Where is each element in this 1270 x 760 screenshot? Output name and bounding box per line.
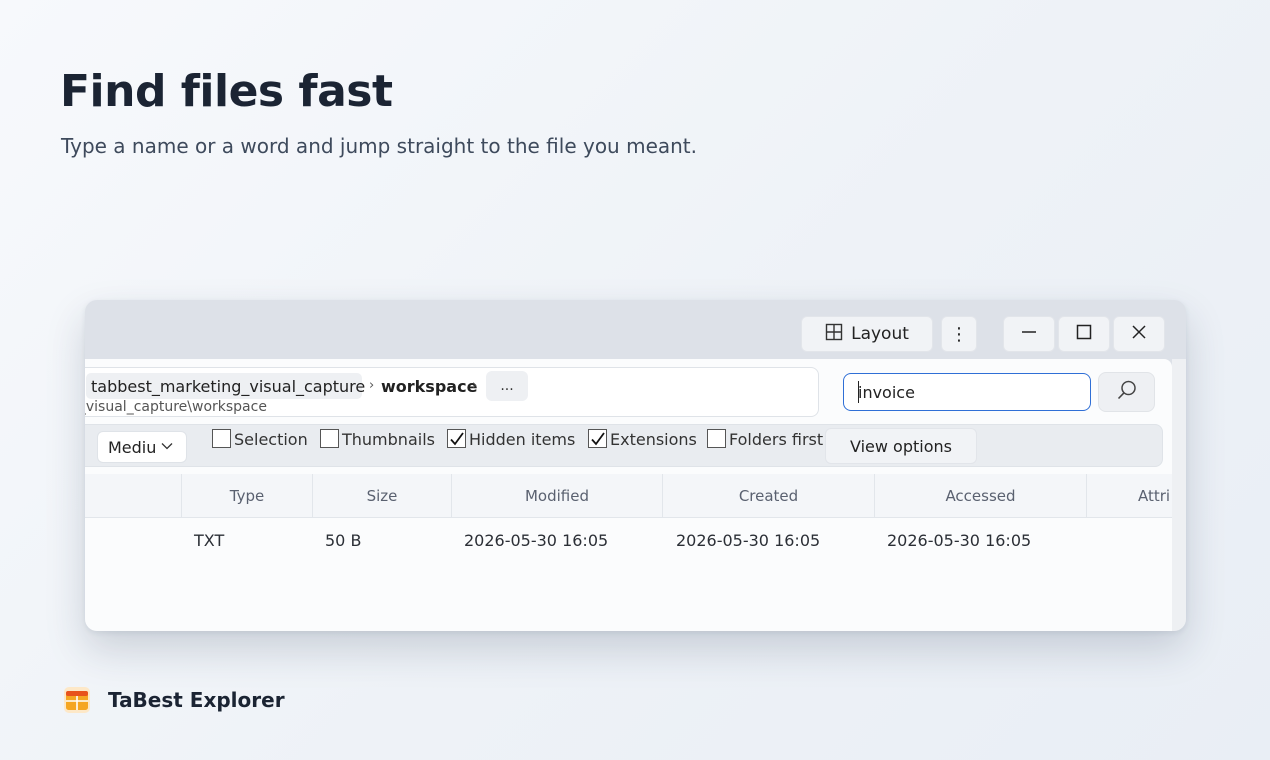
close-icon bbox=[1131, 324, 1147, 345]
explorer-content: tabbest_marketing_visual_capture › works… bbox=[85, 359, 1172, 631]
breadcrumb-workspace[interactable]: workspace bbox=[381, 373, 477, 399]
checkbox-label: Selection bbox=[234, 430, 308, 449]
column-header-modified[interactable]: Modified bbox=[451, 474, 662, 518]
column-header-attributes[interactable]: Attri bbox=[1086, 474, 1172, 518]
checkmark-icon[interactable] bbox=[447, 429, 466, 448]
more-vertical-icon: ⋮ bbox=[950, 323, 968, 345]
search-icon bbox=[1116, 379, 1138, 405]
scrollbar-track[interactable] bbox=[1172, 359, 1186, 631]
checkbox-label: Extensions bbox=[610, 430, 697, 449]
text-caret bbox=[858, 381, 859, 403]
checkbox-label: Hidden items bbox=[469, 430, 576, 449]
cell-size: 50 B bbox=[325, 531, 362, 550]
view-options-button[interactable]: View options bbox=[825, 428, 977, 464]
chevron-right-icon: › bbox=[472, 378, 478, 393]
icon-size-select[interactable]: Medium bbox=[97, 431, 187, 463]
cell-created: 2026-05-30 16:05 bbox=[676, 531, 821, 550]
search-input[interactable] bbox=[843, 373, 1091, 411]
hero-title: Find files fast bbox=[60, 66, 393, 117]
cell-modified: 2026-05-30 16:05 bbox=[464, 531, 609, 550]
explorer-window: Layout ⋮ tabbest_marketing_visual_captur… bbox=[85, 300, 1186, 631]
minimize-button[interactable] bbox=[1003, 316, 1055, 352]
table-row[interactable]: TXT 50 B 2026-05-30 16:05 2026-05-30 16:… bbox=[85, 519, 1172, 565]
column-header-size[interactable]: Size bbox=[312, 474, 451, 518]
extensions-checkbox[interactable]: Extensions bbox=[588, 429, 697, 449]
layout-grid-icon bbox=[825, 323, 843, 346]
column-header-created[interactable]: Created bbox=[662, 474, 874, 518]
column-header-name[interactable] bbox=[85, 474, 181, 518]
chevron-down-icon bbox=[160, 438, 174, 457]
address-bar[interactable]: tabbest_marketing_visual_capture › works… bbox=[85, 367, 819, 417]
maximize-icon bbox=[1076, 324, 1092, 345]
hero-subtitle: Type a name or a word and jump straight … bbox=[61, 134, 698, 158]
chevron-right-icon: › bbox=[369, 378, 375, 393]
selection-checkbox[interactable]: Selection bbox=[212, 429, 308, 449]
table-header: Type Size Modified Created Accessed Attr… bbox=[85, 474, 1172, 518]
checkbox-unchecked[interactable] bbox=[212, 429, 231, 448]
cell-type: TXT bbox=[194, 531, 225, 550]
view-options-bar: Medium Selection Thumbnails Hidden items bbox=[85, 424, 1163, 467]
layout-button[interactable]: Layout bbox=[801, 316, 933, 352]
checkbox-unchecked[interactable] bbox=[707, 429, 726, 448]
checkmark-icon[interactable] bbox=[588, 429, 607, 448]
hidden-items-checkbox[interactable]: Hidden items bbox=[447, 429, 576, 449]
folders-first-checkbox[interactable]: Folders first bbox=[707, 429, 824, 449]
title-bar: Layout ⋮ bbox=[85, 300, 1186, 360]
breadcrumb-marketing[interactable]: tabbest_marketing_visual_capture bbox=[86, 373, 365, 399]
minimize-icon bbox=[1021, 324, 1037, 345]
layout-label: Layout bbox=[851, 324, 909, 344]
app-logo-icon bbox=[63, 686, 91, 714]
icon-size-value: Medium bbox=[108, 437, 156, 457]
checkbox-label: Folders first bbox=[729, 430, 824, 449]
cell-accessed: 2026-05-30 16:05 bbox=[887, 531, 1032, 550]
more-options-button[interactable]: ⋮ bbox=[941, 316, 977, 352]
column-header-type[interactable]: Type bbox=[181, 474, 312, 518]
path-text: g_visual_capture\workspace bbox=[85, 399, 267, 415]
maximize-button[interactable] bbox=[1058, 316, 1110, 352]
column-header-accessed[interactable]: Accessed bbox=[874, 474, 1086, 518]
search-button[interactable] bbox=[1098, 372, 1155, 412]
breadcrumb-overflow-button[interactable]: ... bbox=[486, 371, 528, 401]
close-button[interactable] bbox=[1113, 316, 1165, 352]
checkbox-unchecked[interactable] bbox=[320, 429, 339, 448]
thumbnails-checkbox[interactable]: Thumbnails bbox=[320, 429, 435, 449]
checkbox-label: Thumbnails bbox=[342, 430, 435, 449]
app-name: TaBest Explorer bbox=[108, 688, 285, 712]
